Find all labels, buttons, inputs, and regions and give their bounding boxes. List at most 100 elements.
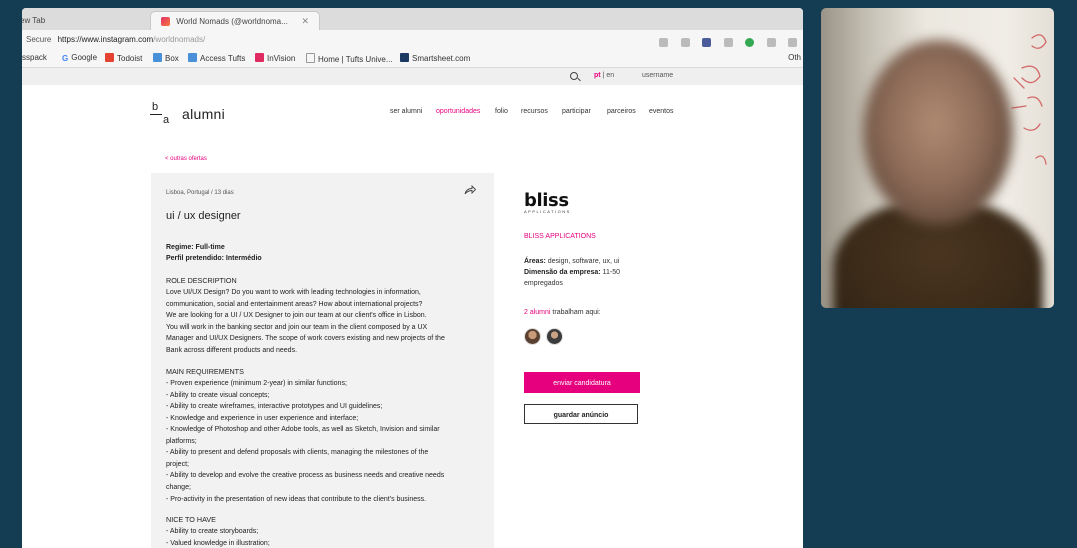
avatar[interactable] — [546, 328, 563, 345]
nav-eventos[interactable]: eventos — [649, 108, 674, 115]
tab-new-tab[interactable]: ew Tab ✕ — [22, 11, 164, 30]
secure-label: Secure — [26, 35, 52, 44]
text-line: We are looking for a UI / UX Designer to… — [166, 312, 427, 320]
star-icon[interactable] — [680, 38, 690, 48]
page-content: pt | en username b a alumni ser alumni o… — [22, 68, 803, 548]
bookmark-item[interactable]: Todoist — [105, 53, 142, 63]
job-location: Lisboa, Portugal / 13 dias — [166, 190, 234, 196]
company-size: Dimensão da empresa: 11-50 — [524, 269, 620, 276]
instagram-icon — [161, 17, 170, 27]
text-line: - Proven experience (minimum 2-year) in … — [166, 380, 347, 387]
company-logo-tag: APPLICATIONS — [524, 209, 571, 214]
nav-recursos[interactable]: recursos — [521, 108, 548, 115]
text-line: - Pro-activity in the presentation of ne… — [166, 495, 427, 503]
key-icon[interactable] — [659, 38, 669, 48]
company-size-unit: empregados — [524, 280, 563, 287]
invision-icon — [255, 53, 264, 62]
job-card: Lisboa, Portugal / 13 dias ui / ux desig… — [151, 173, 494, 548]
apply-button[interactable]: enviar candidatura — [524, 372, 640, 393]
nav-participar[interactable]: participar — [562, 108, 591, 115]
alumni-count-link[interactable]: 2 alumni — [524, 309, 550, 316]
text-line: - Ability to create storyboards; — [166, 528, 259, 535]
company-logo[interactable]: bliss APPLICATIONS — [524, 190, 571, 214]
text-line: - Ability to present and defend proposal… — [166, 449, 429, 457]
text-line: - Ability to create visual concepts; — [166, 391, 270, 399]
lang-pt[interactable]: pt — [594, 72, 601, 79]
url-field[interactable]: Secure https://www.instagram.com/worldno… — [26, 35, 205, 44]
person-face-blurred — [863, 40, 1013, 225]
url-host: https://www.instagram.com — [57, 35, 154, 44]
box-icon — [153, 53, 162, 62]
bookmark-item[interactable]: InVision — [255, 53, 295, 63]
company-logo-name: bliss — [524, 190, 569, 211]
size-label: Dimensão da empresa: — [524, 269, 601, 276]
webcam-video — [821, 8, 1054, 308]
bookmark-item[interactable]: Smartsheet.com — [400, 53, 470, 63]
search-icon[interactable] — [570, 72, 578, 80]
nav-folio[interactable]: folio — [495, 108, 508, 115]
bookmark-item[interactable]: Box — [153, 53, 179, 63]
text-line: communication, social and entertainment … — [166, 300, 423, 308]
extension-icon[interactable] — [788, 38, 797, 48]
extension-icon[interactable] — [702, 38, 712, 48]
logo-word: alumni — [182, 106, 226, 122]
job-regime: Regime: Full-time — [166, 244, 225, 251]
alumni-working-here: 2 alumni trabalham aqui: — [524, 309, 601, 316]
bookmark-item[interactable]: Home | Tufts Unive... — [306, 53, 393, 64]
tufts-icon — [188, 53, 197, 62]
save-listing-button[interactable]: guardar anúncio — [524, 404, 638, 424]
text-line: - Knowledge of Photoshop and other Adobe… — [166, 426, 440, 434]
text-line: - Ability to develop and evolve the crea… — [166, 472, 445, 480]
nice-heading: NICE TO HAVE — [166, 515, 216, 524]
areas-value: design, software, ux, ui — [547, 258, 620, 265]
logo-divider — [150, 114, 162, 115]
company-areas: Áreas: design, software, ux, ui — [524, 258, 619, 265]
text-line: change; — [166, 483, 191, 491]
smartsheet-icon — [400, 53, 409, 62]
nav-ser-alumni[interactable]: ser alumni — [390, 108, 422, 115]
text-line: - Valued knowledge in illustration; — [166, 539, 270, 547]
nav-parceiros[interactable]: parceiros — [607, 108, 636, 115]
alumni-suffix: trabalham aqui: — [552, 309, 601, 316]
nav-oportunidades[interactable]: oportunidades — [436, 108, 480, 115]
text-line: Love UI/UX Design? Do you want to work w… — [166, 289, 421, 296]
tab-world-nomads[interactable]: World Nomads (@worldnoma... ✕ — [150, 11, 320, 30]
close-icon[interactable]: ✕ — [301, 12, 309, 31]
text-line: project; — [166, 460, 189, 468]
language-switch[interactable]: pt | en — [594, 72, 614, 79]
back-to-offers-link[interactable]: < outras ofertas — [165, 156, 207, 162]
text-line: Bank across different products and needs… — [166, 346, 298, 354]
size-value: 11-50 — [602, 269, 620, 276]
utility-bar: pt | en username — [22, 68, 803, 85]
text-line: - Knowledge and experience in user exper… — [166, 414, 359, 422]
company-name[interactable]: BLISS APPLICATIONS — [524, 233, 596, 240]
extension-icon[interactable] — [723, 38, 733, 48]
username-link[interactable]: username — [642, 72, 673, 79]
url-path: /worldnomads/ — [153, 35, 206, 44]
extension-icon[interactable] — [766, 38, 776, 48]
site-logo[interactable]: b a alumni — [150, 101, 232, 127]
address-bar[interactable]: Secure https://www.instagram.com/worldno… — [22, 30, 803, 50]
lang-en[interactable]: | en — [603, 72, 615, 79]
tab-bar: ew Tab ✕ World Nomads (@worldnoma... ✕ — [22, 8, 803, 31]
share-icon[interactable] — [464, 185, 476, 195]
browser-window: ew Tab ✕ World Nomads (@worldnoma... ✕ S… — [22, 8, 803, 548]
text-line: - Ability to create wireframes, interact… — [166, 403, 383, 411]
other-bookmarks[interactable]: Oth — [788, 53, 801, 62]
bookmark-item[interactable]: Access Tufts — [188, 53, 245, 63]
role-heading: ROLE DESCRIPTION — [166, 276, 237, 285]
logo-a: a — [163, 114, 170, 126]
tab-label: World Nomads (@worldnoma... — [176, 17, 288, 26]
bookmark-item[interactable]: G Google — [62, 53, 97, 63]
avatar[interactable] — [524, 328, 541, 345]
page-icon — [306, 53, 315, 63]
extension-icon[interactable] — [745, 38, 755, 48]
bookmarks-bar: sspack G Google Todoist Box Access Tufts … — [22, 50, 803, 68]
job-profile: Perfil pretendido: Intermédio — [166, 255, 262, 262]
requirements-heading: MAIN REQUIREMENTS — [166, 367, 244, 376]
todoist-icon — [105, 53, 114, 62]
bookmark-item[interactable]: sspack — [22, 53, 47, 62]
text-line: platforms; — [166, 437, 197, 445]
text-line: You will work in the banking sector and … — [166, 323, 428, 331]
tab-label: ew Tab — [22, 16, 46, 25]
